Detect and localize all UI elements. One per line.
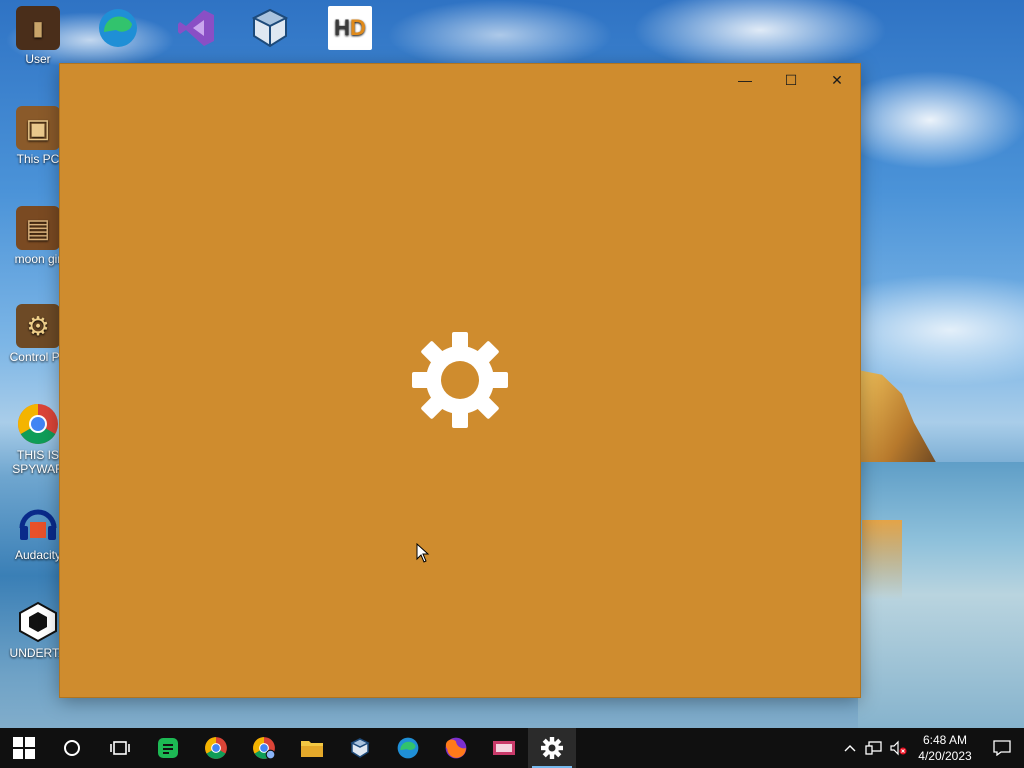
taskbar-app-edge[interactable] — [384, 728, 432, 768]
settings-gear-icon — [541, 737, 563, 759]
taskbar-clock[interactable]: 6:48 AM 4/20/2023 — [910, 732, 980, 764]
volume-button[interactable] — [886, 728, 910, 768]
desktop-icon-user[interactable]: ▮ User — [0, 6, 76, 66]
search-circle-icon — [64, 740, 80, 756]
system-tray: 6:48 AM 4/20/2023 — [838, 728, 1024, 768]
taskbar-app-generic[interactable] — [480, 728, 528, 768]
virtualbox-icon — [248, 6, 292, 50]
notification-icon — [993, 740, 1011, 756]
show-hidden-icons-button[interactable] — [838, 728, 862, 768]
hxd-icon: HD — [328, 6, 372, 50]
spotify-like-icon — [158, 738, 178, 758]
taskbar-app-virtualbox[interactable] — [336, 728, 384, 768]
close-button[interactable]: ✕ — [814, 64, 860, 96]
network-button[interactable] — [862, 728, 886, 768]
chrome-icon — [16, 402, 60, 446]
task-view-button[interactable] — [96, 728, 144, 768]
desktop-icon-edge[interactable] — [80, 6, 156, 52]
clock-time: 6:48 AM — [922, 733, 968, 747]
virtualbox-icon — [350, 738, 370, 758]
audacity-icon — [16, 502, 60, 546]
app-window[interactable]: — ☐ ✕ — [60, 64, 860, 697]
edge-icon — [397, 737, 419, 759]
taskbar: 6:48 AM 4/20/2023 — [0, 728, 1024, 768]
chevron-up-icon — [844, 745, 856, 752]
user-folder-icon: ▮ — [16, 6, 60, 50]
chrome-icon — [205, 737, 227, 759]
taskbar-app-settings[interactable] — [528, 728, 576, 768]
clock-date: 4/20/2023 — [918, 749, 972, 763]
mouse-cursor-icon — [416, 543, 430, 563]
firefox-icon — [445, 737, 467, 759]
taskbar-app-chrome[interactable] — [192, 728, 240, 768]
desktop-icon-hxd[interactable]: HD — [312, 6, 388, 52]
start-icon — [13, 737, 35, 759]
app-icon — [493, 741, 515, 755]
action-center-button[interactable] — [980, 728, 1024, 768]
control-panel-icon: ⚙ — [16, 304, 60, 348]
search-button[interactable] — [48, 728, 96, 768]
taskbar-app-firefox[interactable] — [432, 728, 480, 768]
file-icon: ▤ — [16, 206, 60, 250]
gear-icon — [412, 332, 508, 428]
edge-icon — [96, 6, 140, 50]
task-view-icon — [110, 741, 130, 755]
visual-studio-icon — [174, 6, 218, 50]
file-explorer-icon — [301, 741, 323, 757]
start-button[interactable] — [0, 728, 48, 768]
desktop-icon-visual-studio[interactable] — [158, 6, 234, 52]
wallpaper-rock — [858, 370, 938, 466]
network-icon — [865, 741, 882, 755]
maximize-button[interactable]: ☐ — [768, 64, 814, 96]
chrome-alt-icon — [253, 737, 276, 760]
taskbar-app-chrome-profile[interactable] — [240, 728, 288, 768]
minimize-button[interactable]: — — [722, 64, 768, 96]
volume-muted-icon — [890, 740, 907, 756]
this-pc-icon: ▣ — [16, 106, 60, 150]
window-titlebar[interactable]: — ☐ ✕ — [722, 64, 860, 96]
unity-icon — [16, 600, 60, 644]
taskbar-app-notes[interactable] — [144, 728, 192, 768]
wallpaper-reflection — [862, 520, 902, 600]
desktop-icon-virtualbox[interactable] — [232, 6, 308, 52]
taskbar-app-file-explorer[interactable] — [288, 728, 336, 768]
